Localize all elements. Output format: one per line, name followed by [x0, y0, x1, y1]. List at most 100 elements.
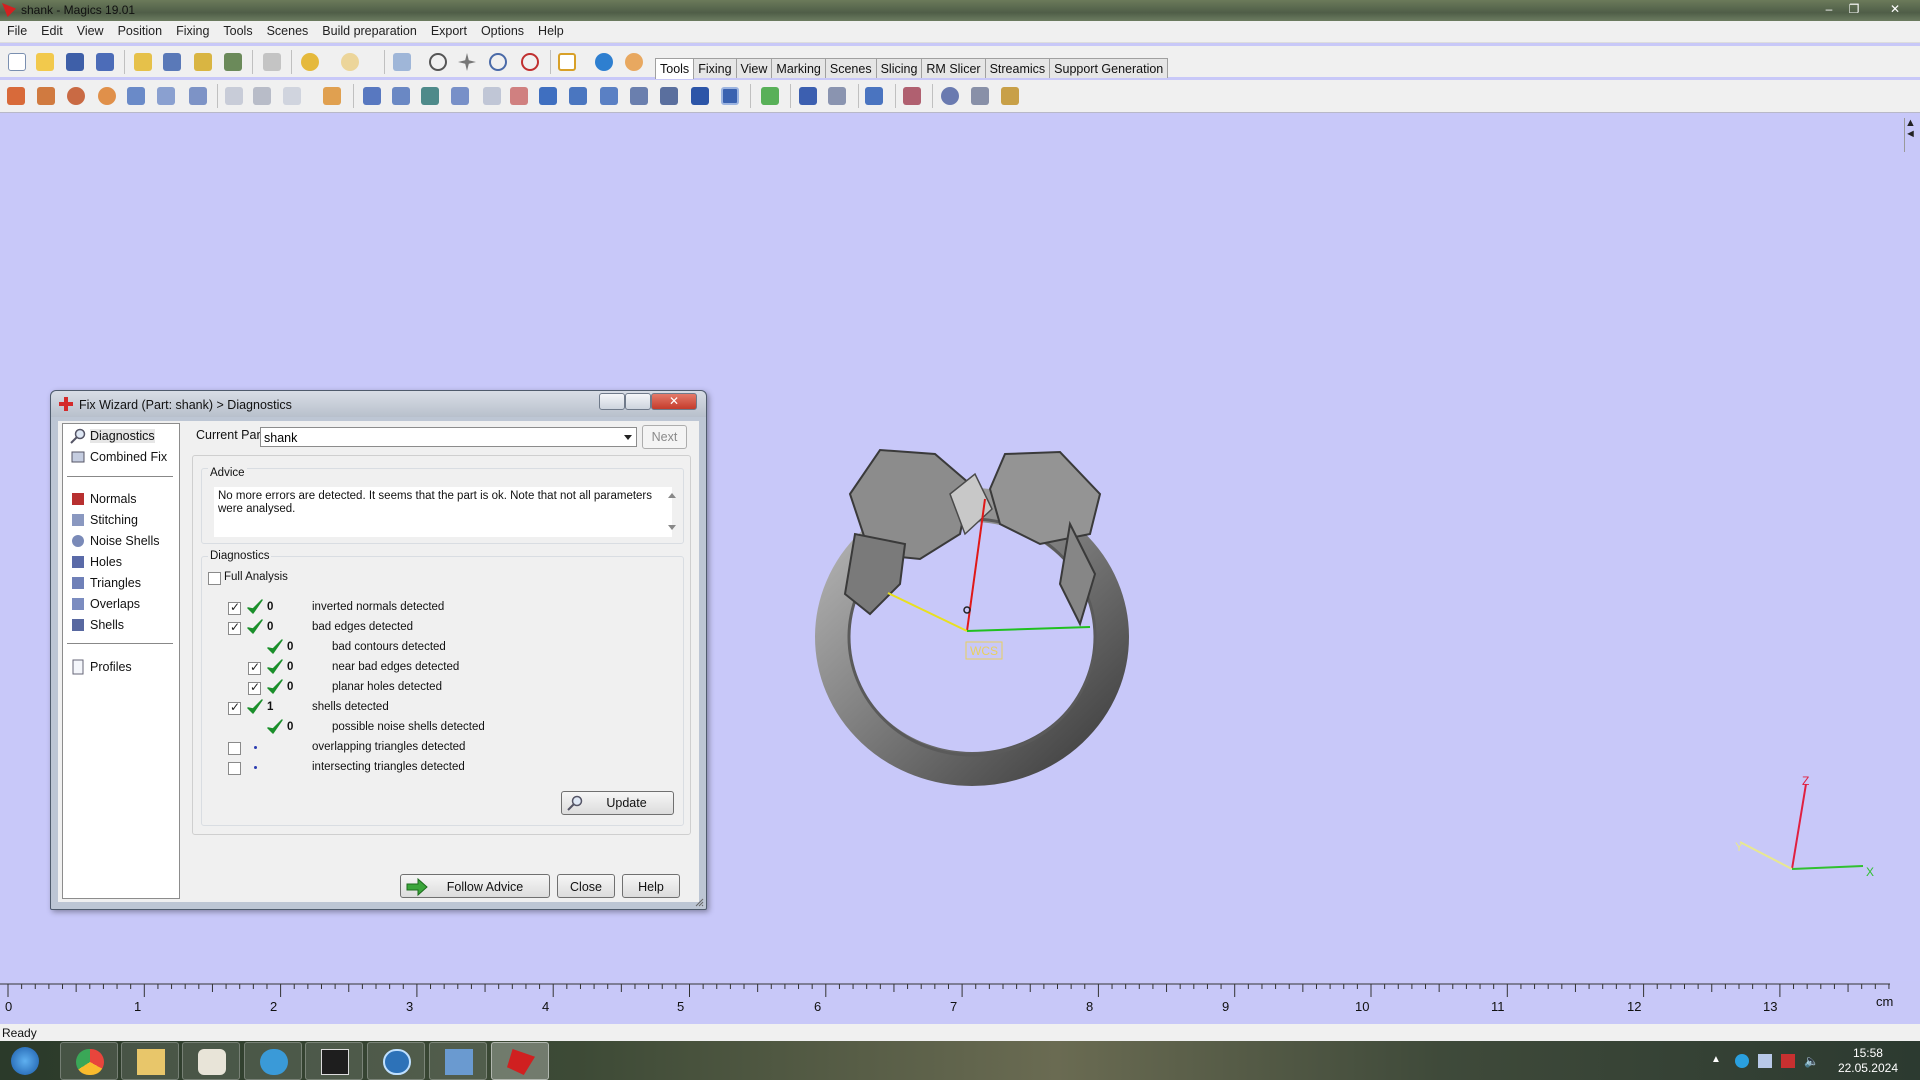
merge-icon[interactable]	[280, 84, 304, 108]
open-folder-icon[interactable]	[33, 50, 57, 74]
punch-icon[interactable]	[507, 84, 531, 108]
layers-icon[interactable]	[968, 84, 992, 108]
select-tool-icon[interactable]	[390, 50, 414, 74]
menu-options[interactable]: Options	[474, 21, 531, 43]
follow-advice-button[interactable]: Follow Advice	[400, 874, 550, 898]
dialog-titlebar[interactable]: Fix Wizard (Part: shank) > Diagnostics ✕	[51, 391, 706, 417]
nav-item-triangles[interactable]: Triangles	[68, 573, 176, 593]
tray-flag-icon[interactable]	[1781, 1054, 1795, 1068]
cylinder-icon[interactable]	[566, 84, 590, 108]
save-all-icon[interactable]	[93, 50, 117, 74]
photo-viewer-icon[interactable]	[429, 1042, 487, 1080]
dialog-minimize-icon[interactable]	[599, 393, 625, 410]
nav-item-combined-fix[interactable]: Combined Fix	[68, 447, 176, 467]
close-icon[interactable]: ✕	[1884, 2, 1906, 18]
smooth-icon[interactable]	[627, 84, 651, 108]
settings-icon[interactable]	[938, 84, 962, 108]
new-file-icon[interactable]	[5, 50, 29, 74]
rotate-icon[interactable]	[64, 84, 88, 108]
save-icon[interactable]	[63, 50, 87, 74]
tab-streamics[interactable]: Streamics	[984, 58, 1051, 78]
diagnostic-checkbox[interactable]	[228, 762, 241, 775]
cut-icon[interactable]	[222, 84, 246, 108]
tray-expand-icon[interactable]: ▲	[1711, 1054, 1725, 1068]
nav-item-holes[interactable]: Holes	[68, 552, 176, 572]
tray-volume-icon[interactable]: 🔈	[1804, 1054, 1819, 1068]
section-icon[interactable]	[718, 84, 742, 108]
close-button[interactable]: Close	[557, 874, 615, 898]
mirror-icon[interactable]	[154, 84, 178, 108]
diagnostic-checkbox[interactable]	[248, 660, 261, 675]
menu-build-preparation[interactable]: Build preparation	[315, 21, 424, 43]
help-button[interactable]: Help	[622, 874, 680, 898]
load-scene-icon[interactable]	[191, 50, 215, 74]
zoom-window-icon[interactable]	[518, 50, 542, 74]
part-list-icon[interactable]	[862, 84, 886, 108]
dialog-maximize-icon[interactable]	[625, 393, 651, 410]
taskbar-clock[interactable]: 15:58 22.05.2024	[1838, 1046, 1898, 1076]
save-part-icon[interactable]	[160, 50, 184, 74]
menu-fixing[interactable]: Fixing	[169, 21, 216, 43]
chrome-icon[interactable]	[60, 1042, 118, 1080]
diagnostic-checkbox[interactable]	[248, 680, 261, 695]
tab-rm-slicer[interactable]: RM Slicer	[921, 58, 986, 78]
tray-network-icon[interactable]	[1735, 1054, 1749, 1068]
nav-item-stitching[interactable]: Stitching	[68, 510, 176, 530]
restore-icon[interactable]: ❐	[1843, 2, 1865, 18]
pan-view-icon[interactable]	[455, 50, 479, 74]
boolean-icon[interactable]	[250, 84, 274, 108]
reports-icon[interactable]	[900, 84, 924, 108]
inkscape-icon[interactable]	[305, 1042, 363, 1080]
current-part-select[interactable]: shank	[260, 427, 637, 447]
diagnostic-checkbox[interactable]	[228, 700, 241, 715]
tab-view[interactable]: View	[735, 58, 773, 78]
analyze-icon[interactable]	[796, 84, 820, 108]
wall-thickness-icon[interactable]	[825, 84, 849, 108]
diagnostic-checkbox[interactable]	[228, 742, 241, 755]
tab-tools[interactable]: Tools	[655, 58, 695, 79]
nav-item-overlaps[interactable]: Overlaps	[68, 594, 176, 614]
explorer-icon[interactable]	[121, 1042, 179, 1080]
side-panel-toggle[interactable]: ▲ ◄	[1904, 118, 1916, 152]
nav-item-noise-shells[interactable]: Noise Shells	[68, 531, 176, 551]
extrude-icon[interactable]	[389, 84, 413, 108]
wrap-icon[interactable]	[657, 84, 681, 108]
offset-icon[interactable]	[360, 84, 384, 108]
interactive-rotate-icon[interactable]	[95, 84, 119, 108]
update-button[interactable]: Update	[561, 791, 674, 815]
help-icon[interactable]	[592, 50, 616, 74]
menu-export[interactable]: Export	[424, 21, 474, 43]
unload-part-icon[interactable]	[221, 50, 245, 74]
label-icon[interactable]	[448, 84, 472, 108]
nav-item-diagnostics[interactable]: Diagnostics	[68, 426, 176, 446]
distribute-icon[interactable]	[758, 84, 782, 108]
tray-language-icon[interactable]	[1758, 1054, 1772, 1068]
dialog-close-icon[interactable]: ✕	[651, 393, 697, 410]
tab-scenes[interactable]: Scenes	[824, 58, 877, 78]
nav-item-normals[interactable]: Normals	[68, 489, 176, 509]
tab-support-generation[interactable]: Support Generation	[1049, 58, 1169, 78]
full-analysis-checkbox[interactable]	[208, 572, 221, 585]
rescale-icon[interactable]	[124, 84, 148, 108]
menu-edit[interactable]: Edit	[34, 21, 70, 43]
menu-tools[interactable]: Tools	[216, 21, 259, 43]
translate-icon[interactable]	[4, 84, 28, 108]
tab-fixing[interactable]: Fixing	[693, 58, 737, 78]
tab-slicing[interactable]: Slicing	[875, 58, 923, 78]
resize-grip-icon[interactable]	[694, 897, 704, 907]
menu-scenes[interactable]: Scenes	[260, 21, 316, 43]
start-button[interactable]	[0, 1042, 52, 1080]
shell-icon[interactable]	[418, 84, 442, 108]
advice-scrollbar[interactable]	[664, 487, 680, 537]
translate-to-default-icon[interactable]	[34, 84, 58, 108]
perforate-icon[interactable]	[480, 84, 504, 108]
package-icon[interactable]	[998, 84, 1022, 108]
measure-icon[interactable]	[688, 84, 712, 108]
menu-view[interactable]: View	[70, 21, 111, 43]
tab-marking[interactable]: Marking	[771, 58, 826, 78]
vectorworks-icon[interactable]	[244, 1042, 302, 1080]
print-icon[interactable]	[260, 50, 284, 74]
nav-item-profiles[interactable]: Profiles	[68, 657, 176, 677]
minimize-icon[interactable]: –	[1818, 2, 1840, 18]
app-circle-icon[interactable]	[367, 1042, 425, 1080]
